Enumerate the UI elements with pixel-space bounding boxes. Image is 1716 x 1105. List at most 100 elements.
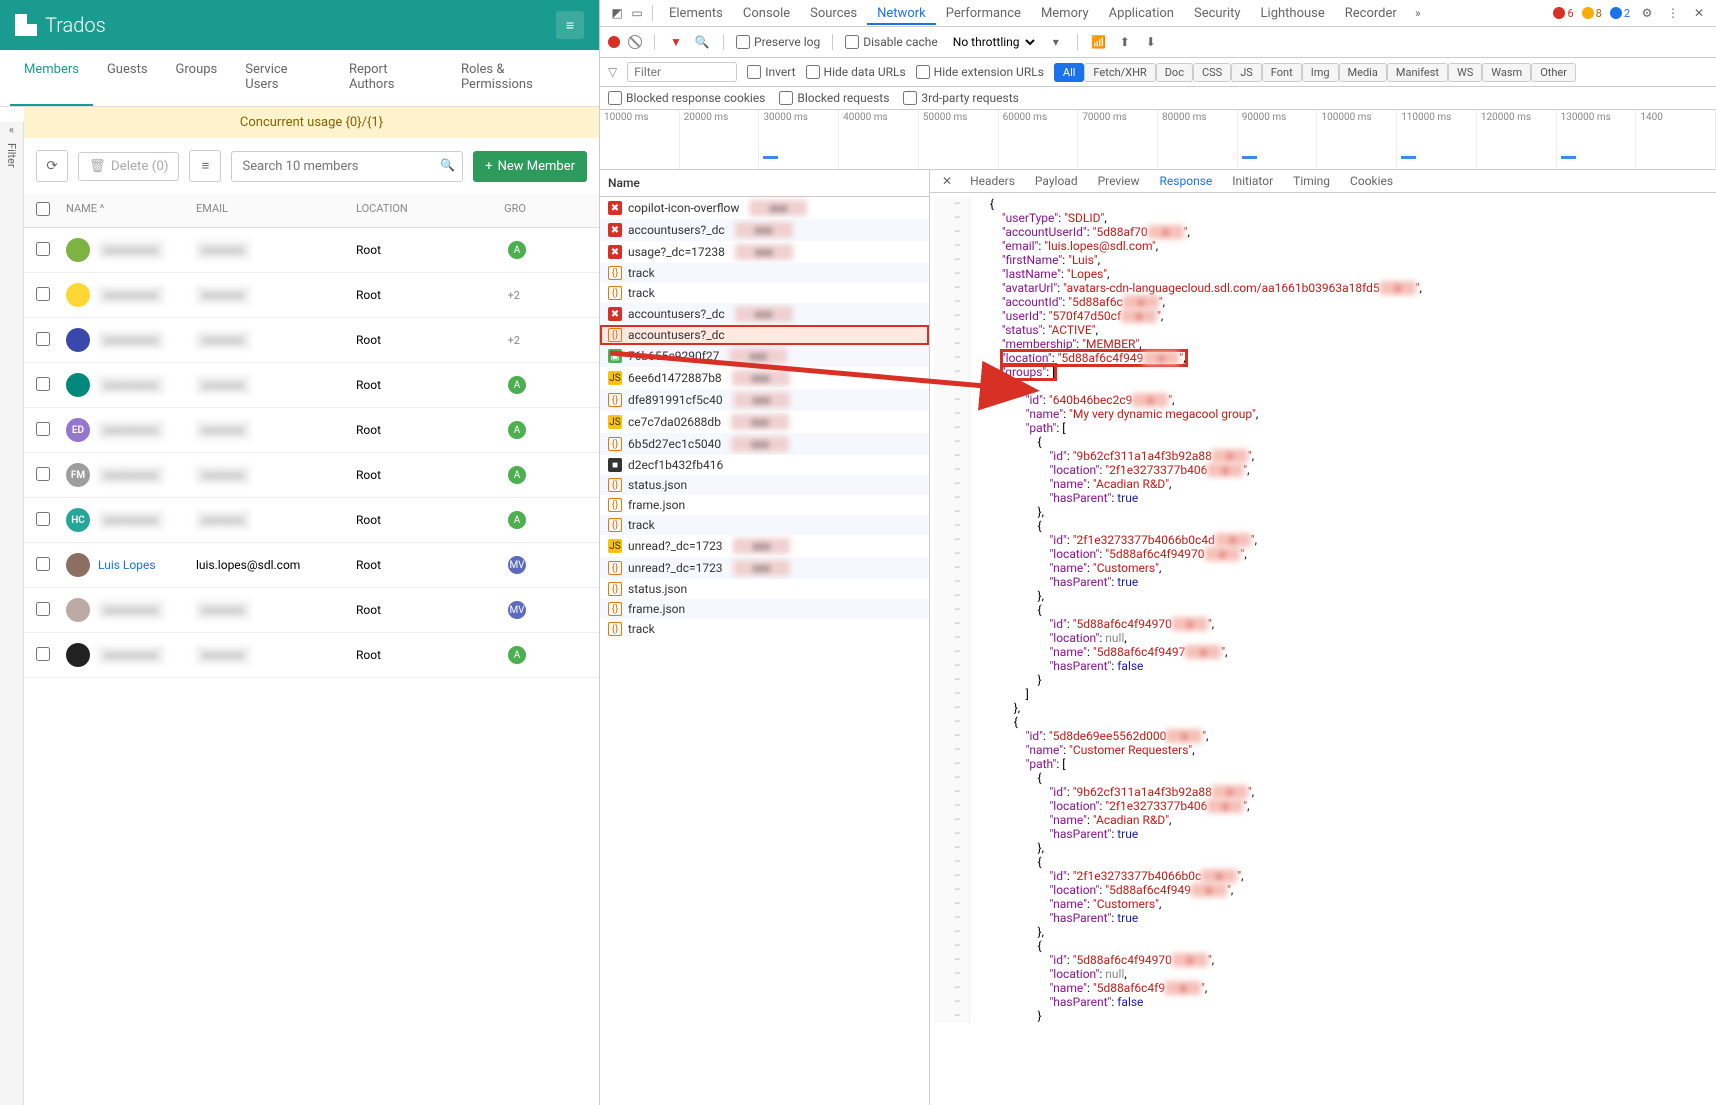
table-row[interactable]: EDxxxxxxxxxxxxxxxxRootA: [24, 408, 599, 453]
detail-tab-headers[interactable]: Headers: [960, 170, 1025, 194]
devtools-tab-console[interactable]: Console: [733, 2, 800, 25]
tab-service-users[interactable]: Service Users: [231, 50, 335, 106]
request-row[interactable]: ✖copilot-icon-overflowxxx: [600, 197, 929, 219]
info-count[interactable]: 2: [1610, 7, 1630, 20]
row-checkbox[interactable]: [36, 332, 50, 346]
export-har-icon[interactable]: ⬇: [1142, 33, 1160, 51]
more-tabs-icon[interactable]: »: [1409, 4, 1427, 22]
type-filter-media[interactable]: Media: [1339, 63, 1387, 82]
third-party[interactable]: 3rd-party requests: [903, 91, 1018, 105]
detail-tab-payload[interactable]: Payload: [1025, 170, 1088, 194]
network-conditions-icon[interactable]: 📶: [1090, 33, 1108, 51]
request-row[interactable]: {}status.json: [600, 475, 929, 495]
request-row[interactable]: {}track: [600, 283, 929, 303]
throttling-select[interactable]: No throttling: [946, 31, 1039, 53]
request-row[interactable]: {}track: [600, 515, 929, 535]
request-row[interactable]: JSce7c7da02688dbxxx: [600, 411, 929, 433]
row-checkbox[interactable]: [36, 242, 50, 256]
type-filter-doc[interactable]: Doc: [1156, 63, 1193, 82]
row-checkbox[interactable]: [36, 512, 50, 526]
col-groups[interactable]: GRO: [476, 202, 526, 219]
error-count[interactable]: 6: [1553, 7, 1573, 20]
tab-report-authors[interactable]: Report Authors: [335, 50, 447, 106]
devtools-tab-application[interactable]: Application: [1099, 2, 1184, 25]
request-row[interactable]: {}frame.json: [600, 599, 929, 619]
request-row[interactable]: {}6b5d27ec1c5040xxx: [600, 433, 929, 455]
col-location[interactable]: LOCATION: [356, 202, 476, 219]
request-row[interactable]: {}accountusers?_dc: [600, 325, 929, 345]
preserve-log[interactable]: Preserve log: [736, 35, 820, 49]
devtools-tab-lighthouse[interactable]: Lighthouse: [1251, 2, 1335, 25]
col-email[interactable]: EMAIL: [196, 202, 356, 219]
type-filter-wasm[interactable]: Wasm: [1482, 63, 1531, 82]
devtools-tab-security[interactable]: Security: [1184, 2, 1251, 25]
import-har-icon[interactable]: ⬆: [1116, 33, 1134, 51]
detail-tab-preview[interactable]: Preview: [1088, 170, 1150, 194]
blocked-requests[interactable]: Blocked requests: [779, 91, 889, 105]
detail-tab-timing[interactable]: Timing: [1283, 170, 1340, 194]
devtools-tab-memory[interactable]: Memory: [1031, 2, 1099, 25]
record-button[interactable]: [608, 36, 620, 48]
table-row[interactable]: xxxxxxxxxxxxxxxxRootMV: [24, 588, 599, 633]
request-row[interactable]: ✖accountusers?_dcxxx: [600, 303, 929, 325]
request-row[interactable]: JS6ee6d1472887b8xxx: [600, 367, 929, 389]
devtools-tab-recorder[interactable]: Recorder: [1335, 2, 1407, 25]
type-filter-font[interactable]: Font: [1262, 63, 1302, 82]
clear-button[interactable]: [628, 35, 642, 49]
tab-roles[interactable]: Roles & Permissions: [447, 50, 589, 106]
close-detail-icon[interactable]: ✕: [934, 170, 960, 192]
filter-toggle-icon[interactable]: ▼: [667, 33, 685, 51]
list-options-button[interactable]: ≡: [189, 150, 221, 182]
row-checkbox[interactable]: [36, 467, 50, 481]
response-body[interactable]: – {– "userType": "SDLID",– "accountUserI…: [930, 193, 1716, 1105]
request-row[interactable]: ✖accountusers?_dcxxx: [600, 219, 929, 241]
request-row[interactable]: {}status.json: [600, 579, 929, 599]
devtools-tab-network[interactable]: Network: [867, 2, 936, 25]
hide-ext-urls[interactable]: Hide extension URLs: [916, 65, 1044, 79]
blocked-cookies[interactable]: Blocked response cookies: [608, 91, 765, 105]
row-checkbox[interactable]: [36, 602, 50, 616]
throttle-caret-icon[interactable]: ▾: [1047, 33, 1065, 51]
kebab-icon[interactable]: ⋮: [1664, 4, 1682, 22]
delete-button[interactable]: 🗑 Delete (0): [78, 152, 179, 181]
hide-data-urls[interactable]: Hide data URLs: [806, 65, 906, 79]
request-row[interactable]: {}frame.json: [600, 495, 929, 515]
type-filter-fetch-xhr[interactable]: Fetch/XHR: [1084, 63, 1155, 82]
request-row[interactable]: {}track: [600, 263, 929, 283]
request-row[interactable]: ▣76b655c9290f27xxx: [600, 345, 929, 367]
row-checkbox[interactable]: [36, 557, 50, 571]
close-devtools-icon[interactable]: ✕: [1690, 4, 1708, 22]
table-row[interactable]: xxxxxxxxxxxxxxxxRoot+2: [24, 318, 599, 363]
row-checkbox[interactable]: [36, 647, 50, 661]
tab-members[interactable]: Members: [10, 50, 93, 106]
row-checkbox[interactable]: [36, 422, 50, 436]
table-row[interactable]: Luis Lopesluis.lopes@sdl.comRootMV: [24, 543, 599, 588]
request-row[interactable]: ■d2ecf1b432fb416: [600, 455, 929, 475]
new-member-button[interactable]: + New Member: [473, 151, 587, 182]
row-checkbox[interactable]: [36, 377, 50, 391]
type-filter-ws[interactable]: WS: [1448, 63, 1482, 82]
col-name[interactable]: NAME ^: [66, 202, 196, 219]
detail-tab-initiator[interactable]: Initiator: [1222, 170, 1283, 194]
invert-check[interactable]: Invert: [747, 65, 795, 79]
table-row[interactable]: xxxxxxxxxxxxxxxxRootA: [24, 633, 599, 678]
table-row[interactable]: xxxxxxxxxxxxxxxxRoot+2: [24, 273, 599, 318]
request-row[interactable]: {}track: [600, 619, 929, 639]
type-filter-all[interactable]: All: [1054, 63, 1085, 82]
tab-groups[interactable]: Groups: [162, 50, 232, 106]
request-row[interactable]: ✖usage?_dc=17238xxx: [600, 241, 929, 263]
type-filter-manifest[interactable]: Manifest: [1387, 63, 1448, 82]
refresh-button[interactable]: ⟳: [36, 150, 68, 182]
filter-input[interactable]: [627, 62, 737, 82]
type-filter-img[interactable]: Img: [1302, 63, 1339, 82]
name-header[interactable]: Name: [600, 170, 929, 197]
devtools-tab-sources[interactable]: Sources: [800, 2, 867, 25]
detail-tab-cookies[interactable]: Cookies: [1340, 170, 1403, 194]
filter-sidebar[interactable]: Filter: [0, 122, 24, 1105]
search-input[interactable]: [231, 151, 463, 182]
devtools-tab-performance[interactable]: Performance: [936, 2, 1031, 25]
devtools-tab-elements[interactable]: Elements: [659, 2, 733, 25]
table-row[interactable]: xxxxxxxxxxxxxxxxRootA: [24, 228, 599, 273]
table-row[interactable]: FMxxxxxxxxxxxxxxxxRootA: [24, 453, 599, 498]
disable-cache[interactable]: Disable cache: [845, 35, 938, 49]
